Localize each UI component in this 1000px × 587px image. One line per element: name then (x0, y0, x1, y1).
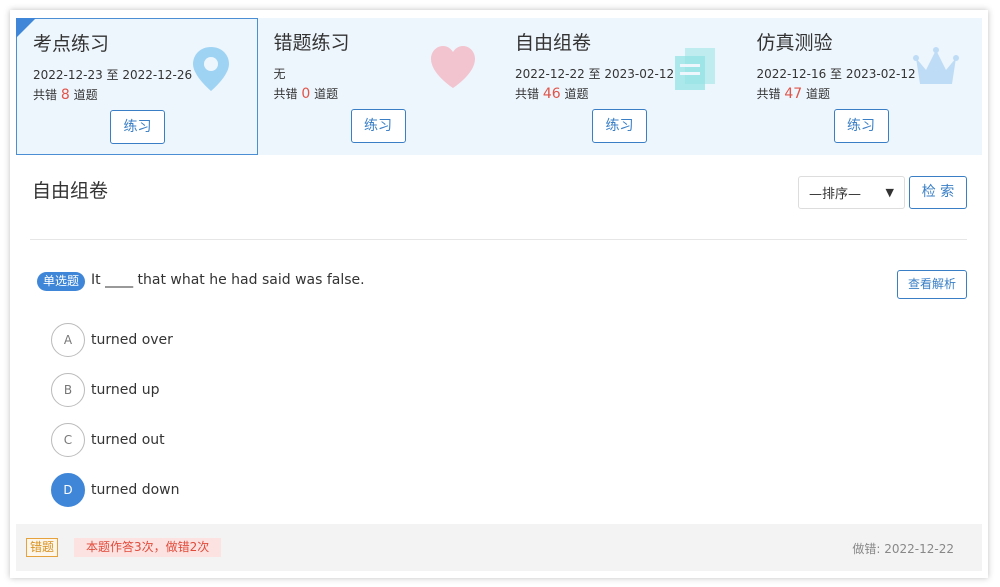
wrong-date: 做错: 2022-12-22 (852, 542, 954, 556)
chevron-down-icon: ▼ (885, 186, 894, 199)
practice-button[interactable]: 练习 (592, 109, 647, 143)
location-pin-icon (192, 47, 229, 91)
option-letter[interactable]: B (51, 373, 85, 407)
wrong-count-number: 47 (784, 86, 803, 102)
card-exam-point-practice[interactable]: 考点练习 2022-12-23 至 2022-12-26 共错 8 道题 练习 (16, 18, 258, 155)
heart-icon (431, 46, 475, 88)
wrong-count-number: 46 (542, 86, 561, 102)
active-corner-marker (16, 18, 36, 38)
option-text: turned out (91, 432, 165, 448)
option-d[interactable]: D turned down (51, 473, 179, 507)
stacked-papers-icon (674, 48, 715, 90)
search-button[interactable]: 检 索 (909, 176, 967, 209)
card-simulation-test[interactable]: 仿真测验 2022-12-16 至 2023-02-12 共错 47 道题 练习 (741, 18, 983, 155)
option-letter[interactable]: C (51, 423, 85, 457)
option-text: turned over (91, 332, 173, 348)
practice-cards: 考点练习 2022-12-23 至 2022-12-26 共错 8 道题 练习 … (16, 18, 982, 155)
option-b[interactable]: B turned up (51, 373, 159, 407)
section-title: 自由组卷 (32, 180, 109, 202)
question-footer: 错题 本题作答3次，做错2次 做错: 2022-12-22 (16, 524, 982, 571)
crown-icon (913, 47, 959, 84)
card-wrong-question-practice[interactable]: 错题练习 无 共错 0 道题 练习 (258, 18, 500, 155)
divider (30, 239, 967, 240)
wrong-count-number: 8 (60, 87, 70, 103)
attempt-stats-badge: 本题作答3次，做错2次 (74, 538, 222, 557)
wrong-count-number: 0 (301, 86, 311, 102)
option-letter[interactable]: A (51, 323, 85, 357)
view-analysis-button[interactable]: 查看解析 (897, 270, 967, 299)
option-letter-selected[interactable]: D (51, 473, 85, 507)
sort-select[interactable]: —排序— ▼ (798, 176, 905, 209)
practice-button[interactable]: 练习 (833, 109, 889, 143)
practice-button[interactable]: 练习 (110, 110, 165, 144)
option-c[interactable]: C turned out (51, 423, 165, 457)
option-text: turned down (91, 482, 180, 498)
question-type-badge: 单选题 (37, 272, 86, 291)
sort-select-value: —排序— (809, 187, 862, 202)
question-text: It ____ that what he had said was false. (91, 272, 365, 288)
option-text: turned up (91, 382, 160, 398)
option-a[interactable]: A turned over (51, 323, 173, 357)
main-panel: 考点练习 2022-12-23 至 2022-12-26 共错 8 道题 练习 … (10, 10, 988, 578)
wrong-question-tag: 错题 (26, 538, 59, 557)
practice-button[interactable]: 练习 (350, 109, 406, 143)
card-free-paper[interactable]: 自由组卷 2022-12-22 至 2023-02-12 共错 46 道题 练习 (499, 18, 741, 155)
